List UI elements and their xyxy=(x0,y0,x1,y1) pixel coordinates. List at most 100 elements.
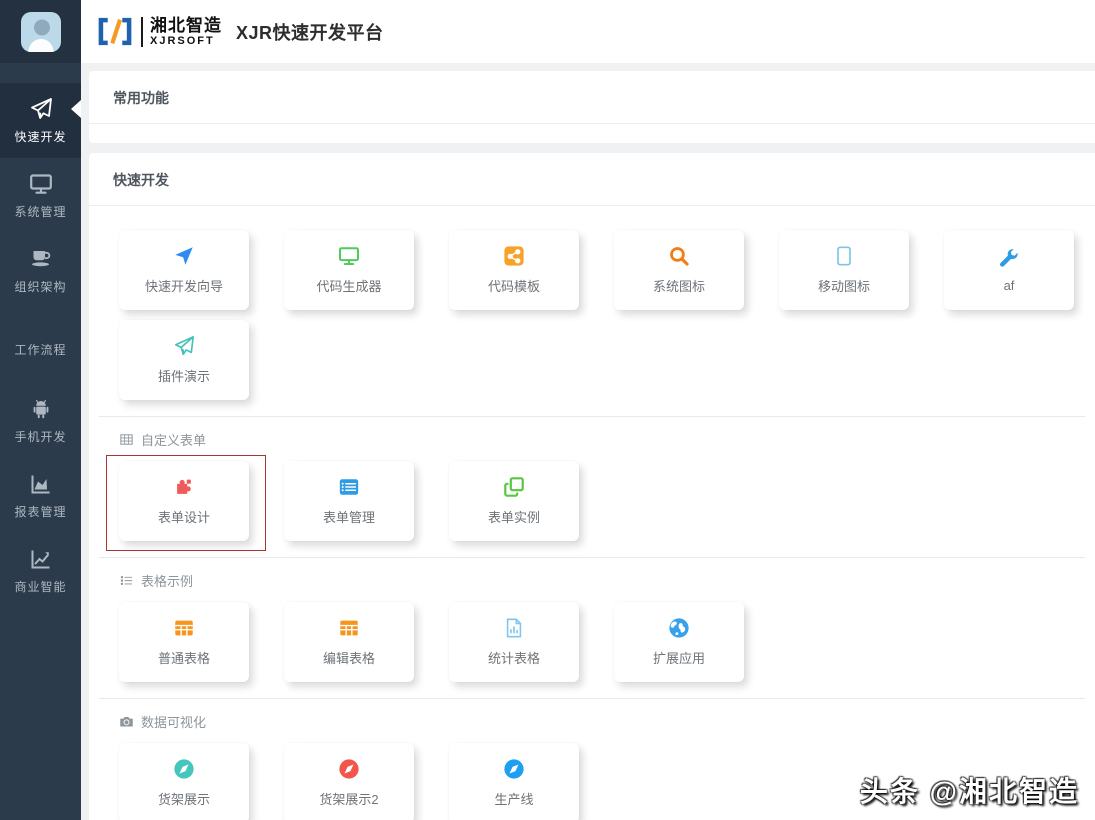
app-card-label: 插件演示 xyxy=(158,366,210,385)
app-card-label: 编辑表格 xyxy=(323,648,375,667)
person-icon xyxy=(21,12,61,52)
paper-plane-icon xyxy=(29,97,53,121)
share-square-icon xyxy=(503,245,525,267)
desktop-icon xyxy=(338,245,360,267)
puzzle-icon xyxy=(173,476,195,498)
wrench-icon xyxy=(998,247,1020,269)
brand-name-en: XJRSOFT xyxy=(150,36,222,47)
app-card[interactable]: 快速开发向导 xyxy=(119,230,249,310)
cup-icon xyxy=(29,247,53,271)
panel-title: 常用功能 xyxy=(89,71,1095,124)
clone-icon xyxy=(503,476,525,498)
card-group: 自定义表单表单设计表单管理 表单实例 xyxy=(99,416,1085,541)
panel-title: 快速开发 xyxy=(89,153,1095,206)
brand-name-cn: 湘北智造 xyxy=(150,17,222,34)
group-label-text: 表格示例 xyxy=(141,571,193,590)
app-card-label: 系统图标 xyxy=(653,276,705,295)
brand-logo: 湘北智造 XJRSOFT xyxy=(95,15,222,48)
watermark-text: 头条 @湘北智造 xyxy=(860,770,1079,810)
app-card-label: 生产线 xyxy=(494,789,533,808)
app-card[interactable]: 代码生成器 xyxy=(284,230,414,310)
card-group: 表格示例普通表格 编辑表格 统计表格 扩展应用 xyxy=(99,557,1085,682)
app-card-label: 代码模板 xyxy=(488,276,540,295)
android-icon xyxy=(29,397,53,421)
area-chart-icon xyxy=(29,472,53,496)
sidebar-nav: 快速开发系统管理组织架构工作流程手机开发报表管理商业智能 xyxy=(0,63,81,608)
app-card[interactable]: 表单设计 xyxy=(119,461,249,541)
search-icon xyxy=(668,245,690,267)
compass-icon xyxy=(173,758,195,780)
user-avatar[interactable] xyxy=(21,12,61,52)
sidebar-item-label: 快速开发 xyxy=(14,128,66,145)
sidebar-item[interactable]: 快速开发 xyxy=(0,83,81,158)
app-card[interactable]: 货架展示2 xyxy=(284,743,414,820)
line-chart-icon xyxy=(29,547,53,571)
list-icon xyxy=(119,573,134,588)
cards-row: 普通表格 编辑表格 统计表格 扩展应用 xyxy=(99,602,1085,682)
group-label-text: 自定义表单 xyxy=(141,430,206,449)
sidebar-item[interactable]: 商业智能 xyxy=(0,533,81,608)
sidebar-item-label: 系统管理 xyxy=(14,203,66,220)
app-card-label: 快速开发向导 xyxy=(145,276,223,295)
group-label: 自定义表单 xyxy=(99,430,1085,449)
app-card[interactable]: 货架展示 xyxy=(119,743,249,820)
sidebar-item[interactable]: 报表管理 xyxy=(0,458,81,533)
file-chart-icon xyxy=(503,617,525,639)
app-card[interactable]: 编辑表格 xyxy=(284,602,414,682)
list-alt-icon xyxy=(338,476,360,498)
location-arrow-icon xyxy=(173,245,195,267)
group-label-text: 数据可视化 xyxy=(141,712,206,731)
sidebar-header xyxy=(0,0,81,63)
table-icon xyxy=(338,617,360,639)
sidebar-item[interactable]: 系统管理 xyxy=(0,158,81,233)
card-group: 快速开发向导 代码生成器 代码模板 系统图标 移动图标 af 插件演示 xyxy=(99,230,1085,400)
app-card-label: 普通表格 xyxy=(158,648,210,667)
app-card-label: 统计表格 xyxy=(488,648,540,667)
camera-icon xyxy=(119,714,134,729)
app-card-label: 表单管理 xyxy=(323,507,375,526)
compass-icon xyxy=(503,758,525,780)
panel-common-functions: 常用功能 xyxy=(89,71,1095,143)
app-card-label: 表单实例 xyxy=(488,507,540,526)
selected-card-highlight: 表单设计 xyxy=(119,461,249,541)
app-card-label: 扩展应用 xyxy=(653,648,705,667)
sidebar-item[interactable]: 组织架构 xyxy=(0,233,81,308)
cards-row: 表单设计表单管理 表单实例 xyxy=(99,461,1085,541)
compass-icon xyxy=(338,758,360,780)
app-card[interactable]: 移动图标 xyxy=(779,230,909,310)
app-card-label: 移动图标 xyxy=(818,276,870,295)
app-card-label: 货架展示 xyxy=(158,789,210,808)
sidebar-item-label: 商业智能 xyxy=(14,578,66,595)
app-card-label: 代码生成器 xyxy=(316,276,381,295)
app-card-label: 货架展示2 xyxy=(319,789,378,808)
app-card[interactable]: af xyxy=(944,230,1074,310)
table-icon xyxy=(173,617,195,639)
sidebar-item-label: 报表管理 xyxy=(14,503,66,520)
app-card[interactable]: 代码模板 xyxy=(449,230,579,310)
sidebar-item[interactable]: 工作流程 xyxy=(0,308,81,383)
app-card[interactable]: 插件演示 xyxy=(119,320,249,400)
app-card[interactable]: 生产线 xyxy=(449,743,579,820)
app-card[interactable]: 普通表格 xyxy=(119,602,249,682)
sidebar-item-label: 组织架构 xyxy=(14,278,66,295)
brand-logo-icon xyxy=(95,15,135,48)
panel-quick-dev: 快速开发 快速开发向导 代码生成器 代码模板 系统图标 移动图标 af 插件演示自定义表单表… xyxy=(89,153,1095,820)
group-label: 数据可视化 xyxy=(99,712,1085,731)
brand-text: 湘北智造 XJRSOFT xyxy=(141,17,222,47)
app-header: 湘北智造 XJRSOFT XJR快速开发平台 xyxy=(81,0,1095,63)
app-card[interactable]: 扩展应用 xyxy=(614,602,744,682)
main-content: 常用功能 快速开发 快速开发向导 代码生成器 代码模板 系统图标 移动图标 af 插件演示自… xyxy=(81,63,1095,820)
app-card[interactable]: 系统图标 xyxy=(614,230,744,310)
app-card[interactable]: 统计表格 xyxy=(449,602,579,682)
app-card-label: af xyxy=(1004,278,1015,293)
globe-icon xyxy=(668,617,690,639)
sidebar-item-label: 手机开发 xyxy=(14,428,66,445)
desktop-icon xyxy=(29,172,53,196)
app-card[interactable]: 表单管理 xyxy=(284,461,414,541)
grid-icon xyxy=(119,432,134,447)
app-card[interactable]: 表单实例 xyxy=(449,461,579,541)
sidebar-item[interactable]: 手机开发 xyxy=(0,383,81,458)
cards-row: 快速开发向导 代码生成器 代码模板 系统图标 移动图标 af 插件演示 xyxy=(99,230,1085,400)
page-title: XJR快速开发平台 xyxy=(236,19,384,45)
sidebar-item-label: 工作流程 xyxy=(14,341,66,358)
